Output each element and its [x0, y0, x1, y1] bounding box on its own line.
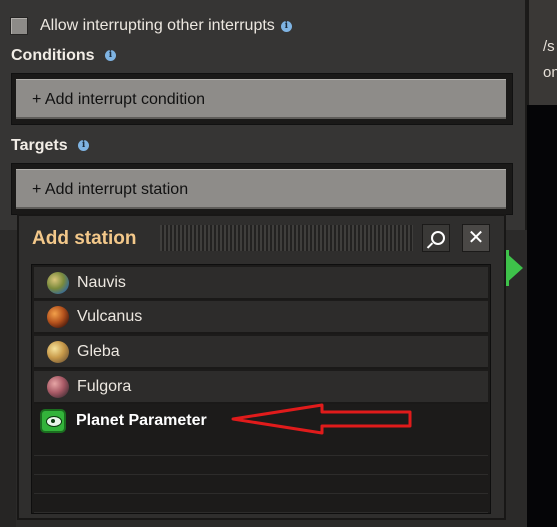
conditions-frame: + Add interrupt condition	[11, 73, 513, 125]
empty-list-row	[34, 494, 488, 513]
popup-title: Add station	[32, 228, 137, 249]
list-item-nauvis[interactable]: Nauvis	[34, 267, 488, 300]
list-item-fulgora[interactable]: Fulgora	[34, 371, 488, 404]
targets-header: Targets i	[11, 137, 90, 155]
allow-interrupting-row[interactable]: Allow interrupting other interrupts i	[10, 14, 292, 38]
planet-parameter-icon	[42, 411, 64, 431]
list-item-label: Nauvis	[77, 273, 126, 291]
targets-info-icon[interactable]: i	[78, 140, 90, 152]
allow-interrupting-checkbox[interactable]	[10, 17, 28, 35]
conditions-header: Conditions i	[11, 47, 116, 65]
add-interrupt-station-button[interactable]: + Add interrupt station	[16, 169, 506, 209]
list-item-label: Planet Parameter	[76, 412, 207, 429]
conditions-title: Conditions	[11, 47, 95, 64]
targets-frame: + Add interrupt station	[11, 163, 513, 215]
planet-vulcanus-icon	[47, 305, 69, 328]
empty-list-row	[34, 456, 488, 475]
search-button[interactable]	[422, 224, 450, 252]
background-panel-edge: /s on	[527, 0, 557, 105]
close-button[interactable]: ✕	[462, 224, 490, 252]
list-item-label: Gleba	[77, 342, 120, 360]
background-text-2: on	[543, 64, 557, 81]
planet-gleba-icon	[47, 340, 69, 363]
background-space	[527, 105, 557, 527]
list-item-vulcanus[interactable]: Vulcanus	[34, 301, 488, 334]
annotation-arrow-icon	[231, 403, 412, 435]
popup-drag-handle[interactable]	[160, 225, 413, 251]
allow-interrupting-label: Allow interrupting other interrupts	[40, 17, 275, 34]
close-icon: ✕	[467, 227, 485, 249]
background-text-1: /s	[543, 38, 555, 55]
planet-nauvis-icon	[47, 271, 69, 294]
info-icon[interactable]: i	[280, 20, 292, 32]
planet-fulgora-icon	[47, 375, 69, 398]
list-item-gleba[interactable]: Gleba	[34, 336, 488, 369]
empty-list-row	[34, 437, 488, 456]
list-item-label: Fulgora	[77, 377, 132, 395]
empty-list-row	[34, 475, 488, 494]
targets-title: Targets	[11, 137, 68, 154]
add-station-popup: Add station ✕ Nauvis Vulcanus Gleba Fulg…	[17, 214, 506, 520]
station-list: Nauvis Vulcanus Gleba Fulgora Planet Par…	[31, 264, 491, 514]
add-interrupt-condition-button[interactable]: + Add interrupt condition	[16, 79, 506, 119]
list-item-label: Vulcanus	[77, 307, 143, 325]
background-panel-left	[0, 290, 16, 527]
green-arrow-icon	[503, 250, 523, 286]
conditions-info-icon[interactable]: i	[105, 50, 116, 62]
interrupt-panel: Allow interrupting other interrupts i Co…	[0, 0, 527, 230]
